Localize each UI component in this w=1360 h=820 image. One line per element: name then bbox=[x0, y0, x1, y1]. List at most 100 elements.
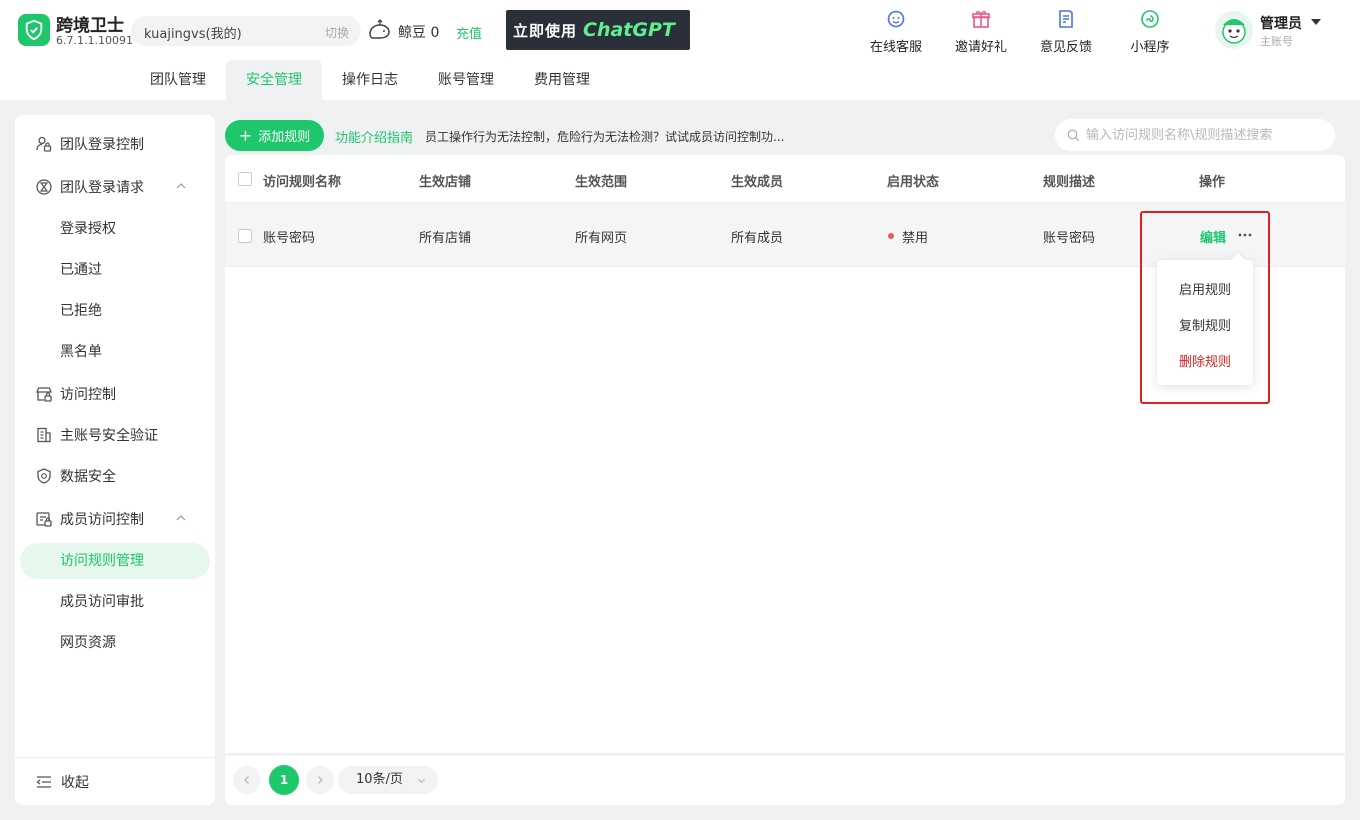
sidebar-item-team-login-control[interactable]: 团队登录控制 bbox=[15, 126, 215, 162]
sidebar-item-rejected[interactable]: 已拒绝 bbox=[15, 293, 215, 329]
customer-service-button[interactable]: 在线客服 bbox=[861, 8, 931, 55]
gift-icon bbox=[972, 11, 990, 28]
select-all-checkbox[interactable] bbox=[238, 172, 252, 186]
page-size-value: 10条/页 bbox=[356, 772, 403, 787]
sidebar-label: 成员访问控制 bbox=[60, 512, 144, 528]
next-page-button[interactable] bbox=[306, 766, 334, 794]
invite-gift-button[interactable]: 邀请好礼 bbox=[946, 8, 1016, 55]
account-name: kuajingvs(我的) bbox=[144, 27, 242, 42]
invite-gift-label: 邀请好礼 bbox=[954, 40, 1007, 55]
collapse-label: 收起 bbox=[61, 774, 89, 791]
beans-balance: 鲸豆 0 bbox=[398, 25, 440, 41]
user-role: 主账号 bbox=[1260, 35, 1293, 48]
avatar[interactable] bbox=[1215, 11, 1253, 49]
shield-icon bbox=[37, 468, 51, 484]
mini-program-label: 小程序 bbox=[1130, 40, 1170, 55]
chevron-left-icon bbox=[244, 776, 249, 784]
tab-fee-management[interactable]: 费用管理 bbox=[514, 60, 610, 100]
tab-security-management[interactable]: 安全管理 bbox=[226, 60, 322, 100]
app-name: 跨境卫士 bbox=[56, 16, 124, 36]
sidebar-item-blacklist[interactable]: 黑名单 bbox=[15, 334, 215, 370]
ad-brand: ChatGPT bbox=[583, 19, 675, 41]
search-input[interactable] bbox=[1086, 127, 1316, 143]
sidebar-item-team-login-request[interactable]: 团队登录请求 bbox=[15, 169, 215, 205]
tab-team-management[interactable]: 团队管理 bbox=[130, 60, 226, 100]
page-number-button[interactable]: 1 bbox=[269, 765, 299, 795]
mini-program-icon bbox=[1141, 10, 1159, 28]
header-shops: 生效店铺 bbox=[419, 175, 472, 190]
sidebar-label: 主账号安全验证 bbox=[60, 428, 158, 444]
plus-icon: + bbox=[238, 125, 253, 145]
sidebar-item-approved[interactable]: 已通过 bbox=[15, 252, 215, 288]
user-name[interactable]: 管理员 bbox=[1260, 13, 1302, 33]
sidebar-label: 数据安全 bbox=[60, 469, 116, 485]
sidebar-item-data-security[interactable]: 数据安全 bbox=[15, 458, 215, 494]
search-icon bbox=[1067, 129, 1080, 141]
main-tabs: 团队管理 安全管理 操作日志 账号管理 费用管理 bbox=[130, 60, 610, 100]
header-scope: 生效范围 bbox=[575, 175, 628, 190]
status-badge: 禁用 bbox=[902, 231, 929, 246]
caret-down-icon[interactable] bbox=[1311, 19, 1321, 25]
chevron-right-icon bbox=[318, 776, 323, 784]
collapse-menu-icon bbox=[36, 775, 51, 788]
app-version: 6.7.1.1.10091 bbox=[56, 34, 133, 47]
customer-service-icon bbox=[887, 10, 905, 28]
cell-shops: 所有店铺 bbox=[419, 231, 472, 246]
mini-program-button[interactable]: 小程序 bbox=[1115, 8, 1185, 55]
feedback-icon bbox=[1059, 10, 1073, 28]
app-header: 跨境卫士 6.7.1.1.10091 kuajingvs(我的) 切换 鲸豆 0… bbox=[0, 0, 1360, 100]
member-lock-icon bbox=[36, 512, 52, 527]
rule-search-box[interactable] bbox=[1055, 119, 1335, 151]
chevron-up-icon bbox=[176, 515, 186, 521]
whale-bean-icon bbox=[369, 19, 390, 39]
page-size-select[interactable]: 10条/页 bbox=[338, 766, 438, 794]
sidebar-label: 团队登录请求 bbox=[60, 180, 144, 196]
sidebar-item-access-rule-management[interactable]: 访问规则管理 bbox=[20, 543, 210, 579]
highlight-annotation bbox=[1140, 211, 1270, 404]
header-rule-name: 访问规则名称 bbox=[263, 175, 342, 190]
recharge-link[interactable]: 充值 bbox=[456, 23, 482, 42]
header-members: 生效成员 bbox=[731, 175, 784, 190]
header-operations: 操作 bbox=[1199, 175, 1226, 190]
account-switcher[interactable]: kuajingvs(我的) 切换 bbox=[131, 16, 361, 46]
feedback-button[interactable]: 意见反馈 bbox=[1031, 8, 1101, 55]
pagination: 1 10条/页 bbox=[225, 756, 1345, 805]
status-dot bbox=[888, 233, 894, 239]
sidebar-item-member-access-approval[interactable]: 成员访问审批 bbox=[15, 584, 215, 620]
user-lock-icon bbox=[36, 136, 52, 152]
feature-guide-text: 员工操作行为无法控制，危险行为无法检测？试试成员访问控制功... bbox=[425, 130, 785, 144]
tab-operation-log[interactable]: 操作日志 bbox=[322, 60, 418, 100]
ad-text: 立即使用 bbox=[513, 21, 578, 40]
table-header: 访问规则名称 生效店铺 生效范围 生效成员 启用状态 规则描述 操作 bbox=[225, 155, 1345, 203]
feature-guide-link[interactable]: 功能介绍指南 bbox=[335, 127, 413, 146]
chatgpt-ad-banner[interactable]: 立即使用 ChatGPT bbox=[506, 10, 690, 50]
customer-service-label: 在线客服 bbox=[869, 40, 922, 55]
tab-account-management[interactable]: 账号管理 bbox=[418, 60, 514, 100]
sidebar-item-master-security[interactable]: 主账号安全验证 bbox=[15, 417, 215, 453]
cell-scope: 所有网页 bbox=[575, 231, 628, 246]
sidebar-label: 访问控制 bbox=[60, 387, 116, 403]
building-icon bbox=[37, 427, 51, 443]
hourglass-icon bbox=[36, 179, 52, 195]
add-rule-label: 添加规则 bbox=[258, 130, 311, 145]
sidebar-label: 团队登录控制 bbox=[60, 137, 144, 153]
switch-account-button[interactable]: 切换 bbox=[325, 24, 349, 41]
feedback-label: 意见反馈 bbox=[1039, 40, 1092, 55]
sidebar-item-access-control[interactable]: 访问控制 bbox=[15, 376, 215, 412]
chevron-down-icon bbox=[417, 778, 426, 784]
cell-description: 账号密码 bbox=[1043, 231, 1096, 246]
cell-members: 所有成员 bbox=[731, 231, 784, 246]
store-lock-icon bbox=[36, 387, 52, 402]
header-status: 启用状态 bbox=[887, 175, 940, 190]
sidebar-item-login-auth[interactable]: 登录授权 bbox=[15, 211, 215, 247]
sidebar-item-web-resources[interactable]: 网页资源 bbox=[15, 625, 215, 661]
sidebar: 团队登录控制 团队登录请求 登录授权 已通过 已拒绝 黑名单 访问控制 主账号安… bbox=[15, 115, 215, 805]
sidebar-item-member-access-control[interactable]: 成员访问控制 bbox=[15, 501, 215, 537]
add-rule-button[interactable]: + 添加规则 bbox=[225, 120, 324, 151]
row-checkbox[interactable] bbox=[238, 229, 252, 243]
shield-logo-icon bbox=[18, 14, 50, 46]
sidebar-collapse-button[interactable]: 收起 bbox=[15, 757, 215, 805]
header-description: 规则描述 bbox=[1043, 175, 1096, 190]
cell-rule-name: 账号密码 bbox=[263, 231, 316, 246]
prev-page-button[interactable] bbox=[233, 766, 261, 794]
